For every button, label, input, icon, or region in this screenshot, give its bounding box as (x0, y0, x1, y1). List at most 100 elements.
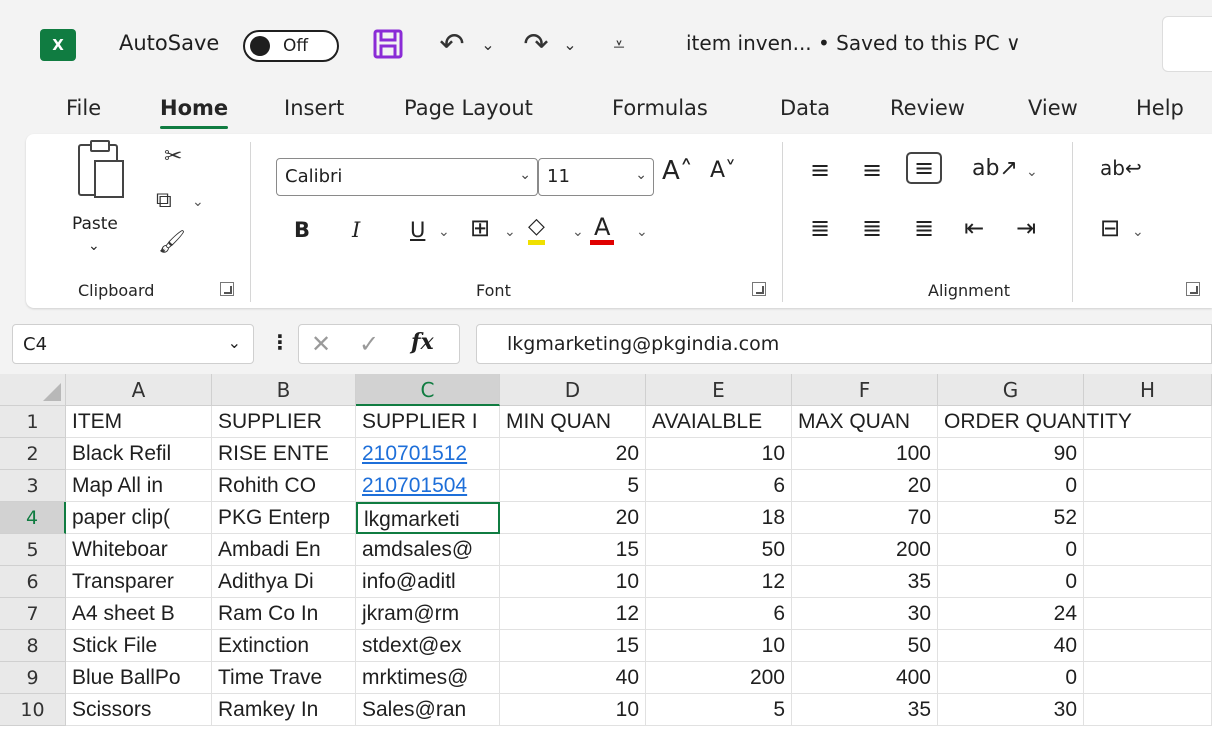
tab-data[interactable]: Data (780, 96, 830, 120)
wrap-text-icon[interactable]: ab↩ (1100, 156, 1142, 180)
cell-e6[interactable]: 12 (646, 566, 792, 598)
borders-icon[interactable]: ⊞ (470, 214, 490, 242)
cell-c3[interactable]: 210701504 (356, 470, 500, 502)
italic-button[interactable]: I (352, 218, 360, 242)
cancel-icon[interactable]: ✕ (311, 330, 331, 358)
align-left-icon[interactable]: ≣ (810, 214, 830, 242)
bottom-align-icon[interactable]: ≡ (906, 152, 943, 184)
cell-b9[interactable]: Time Trave (212, 662, 356, 694)
cell-d2[interactable]: 20 (500, 438, 646, 470)
cell-e2[interactable]: 10 (646, 438, 792, 470)
cell-c1[interactable]: SUPPLIER I (356, 406, 500, 438)
enter-icon[interactable]: ✓ (359, 330, 379, 358)
column-header-a[interactable]: A (66, 374, 212, 406)
document-title[interactable]: item inven... • Saved to this PC ∨ (686, 31, 1021, 55)
cell-d1[interactable]: MIN QUAN (500, 406, 646, 438)
orientation-icon[interactable]: ab↗ (972, 156, 1018, 181)
cell-f6[interactable]: 35 (792, 566, 938, 598)
format-painter-icon[interactable]: 🖌 (158, 230, 186, 255)
cell-d6[interactable]: 10 (500, 566, 646, 598)
align-right-icon[interactable]: ≣ (914, 214, 934, 242)
cell-c5[interactable]: amdsales@ (356, 534, 500, 566)
copy-icon[interactable]: ⧉ (156, 188, 172, 213)
cell-a1[interactable]: ITEM (66, 406, 212, 438)
row-header-4[interactable]: 4 (0, 502, 66, 534)
cell-g8[interactable]: 40 (938, 630, 1084, 662)
cell-c4[interactable]: lkgmarketi (356, 502, 500, 534)
cell-a9[interactable]: Blue BallPo (66, 662, 212, 694)
cell-f2[interactable]: 100 (792, 438, 938, 470)
column-header-g[interactable]: G (938, 374, 1084, 406)
row-header-8[interactable]: 8 (0, 630, 66, 662)
cell-a8[interactable]: Stick File (66, 630, 212, 662)
cell-h3[interactable] (1084, 470, 1212, 502)
font-color-dropdown-icon[interactable]: ⌄ (636, 224, 648, 240)
cell-f8[interactable]: 50 (792, 630, 938, 662)
cell-e7[interactable]: 6 (646, 598, 792, 630)
cell-h7[interactable] (1084, 598, 1212, 630)
cell-b7[interactable]: Ram Co In (212, 598, 356, 630)
insert-function-icon[interactable]: fx (411, 329, 434, 355)
cell-g4[interactable]: 52 (938, 502, 1084, 534)
column-header-e[interactable]: E (646, 374, 792, 406)
cell-g7[interactable]: 24 (938, 598, 1084, 630)
increase-font-size-icon[interactable]: A˄ (662, 156, 693, 186)
cell-d9[interactable]: 40 (500, 662, 646, 694)
undo-dropdown-icon[interactable]: ⌄ (478, 24, 498, 64)
row-header-1[interactable]: 1 (0, 406, 66, 438)
tab-view[interactable]: View (1028, 96, 1078, 120)
tab-home[interactable]: Home (160, 96, 229, 129)
cell-c8[interactable]: stdext@ex (356, 630, 500, 662)
cell-h5[interactable] (1084, 534, 1212, 566)
formula-input[interactable]: lkgmarketing@pkgindia.com (476, 324, 1212, 364)
merge-center-icon[interactable]: ⊟ (1100, 214, 1120, 242)
cell-a2[interactable]: Black Refil (66, 438, 212, 470)
redo-icon[interactable]: ↷ (516, 24, 556, 64)
copy-dropdown-icon[interactable]: ⌄ (192, 194, 204, 210)
cell-f10[interactable]: 35 (792, 694, 938, 726)
cell-c6[interactable]: info@aditl (356, 566, 500, 598)
select-all-corner[interactable] (0, 374, 66, 406)
save-icon[interactable] (370, 24, 406, 64)
underline-button[interactable]: U (410, 218, 425, 242)
cell-a4[interactable]: paper clip( (66, 502, 212, 534)
cell-c7[interactable]: jkram@rm (356, 598, 500, 630)
more-options-icon[interactable]: ⋮ (270, 330, 290, 354)
row-header-5[interactable]: 5 (0, 534, 66, 566)
column-header-b[interactable]: B (212, 374, 356, 406)
tab-formulas[interactable]: Formulas (612, 96, 708, 120)
tab-page-layout[interactable]: Page Layout (404, 96, 533, 120)
font-color-icon[interactable]: A (590, 214, 615, 245)
top-align-icon[interactable]: ≡ (810, 156, 830, 184)
undo-icon[interactable]: ↶ (432, 24, 472, 64)
redo-dropdown-icon[interactable]: ⌄ (560, 24, 580, 64)
cell-h9[interactable] (1084, 662, 1212, 694)
search-box[interactable] (1162, 16, 1212, 72)
cell-d10[interactable]: 10 (500, 694, 646, 726)
bold-button[interactable]: B (294, 218, 310, 242)
customize-quick-access-icon[interactable]: ⩡ (604, 24, 634, 64)
cell-e10[interactable]: 5 (646, 694, 792, 726)
cell-d7[interactable]: 12 (500, 598, 646, 630)
cell-g1[interactable]: ORDER QUANTITY (938, 406, 1132, 438)
cell-e8[interactable]: 10 (646, 630, 792, 662)
cell-f4[interactable]: 70 (792, 502, 938, 534)
cell-a10[interactable]: Scissors (66, 694, 212, 726)
decrease-font-size-icon[interactable]: A˅ (710, 158, 736, 183)
cut-icon[interactable]: ✂ (164, 144, 182, 169)
tab-review[interactable]: Review (890, 96, 965, 120)
fill-color-icon[interactable]: ◇ (528, 214, 545, 245)
cell-f9[interactable]: 400 (792, 662, 938, 694)
autosave-toggle[interactable]: Off (243, 30, 339, 62)
cell-d4[interactable]: 20 (500, 502, 646, 534)
cell-e5[interactable]: 50 (646, 534, 792, 566)
column-header-f[interactable]: F (792, 374, 938, 406)
font-launcher-icon[interactable] (752, 282, 766, 296)
cell-g3[interactable]: 0 (938, 470, 1084, 502)
cell-f3[interactable]: 20 (792, 470, 938, 502)
alignment-launcher-icon[interactable] (1186, 282, 1200, 296)
tab-file[interactable]: File (66, 96, 101, 120)
row-header-2[interactable]: 2 (0, 438, 66, 470)
column-header-c[interactable]: C (356, 374, 500, 406)
cell-b10[interactable]: Ramkey In (212, 694, 356, 726)
